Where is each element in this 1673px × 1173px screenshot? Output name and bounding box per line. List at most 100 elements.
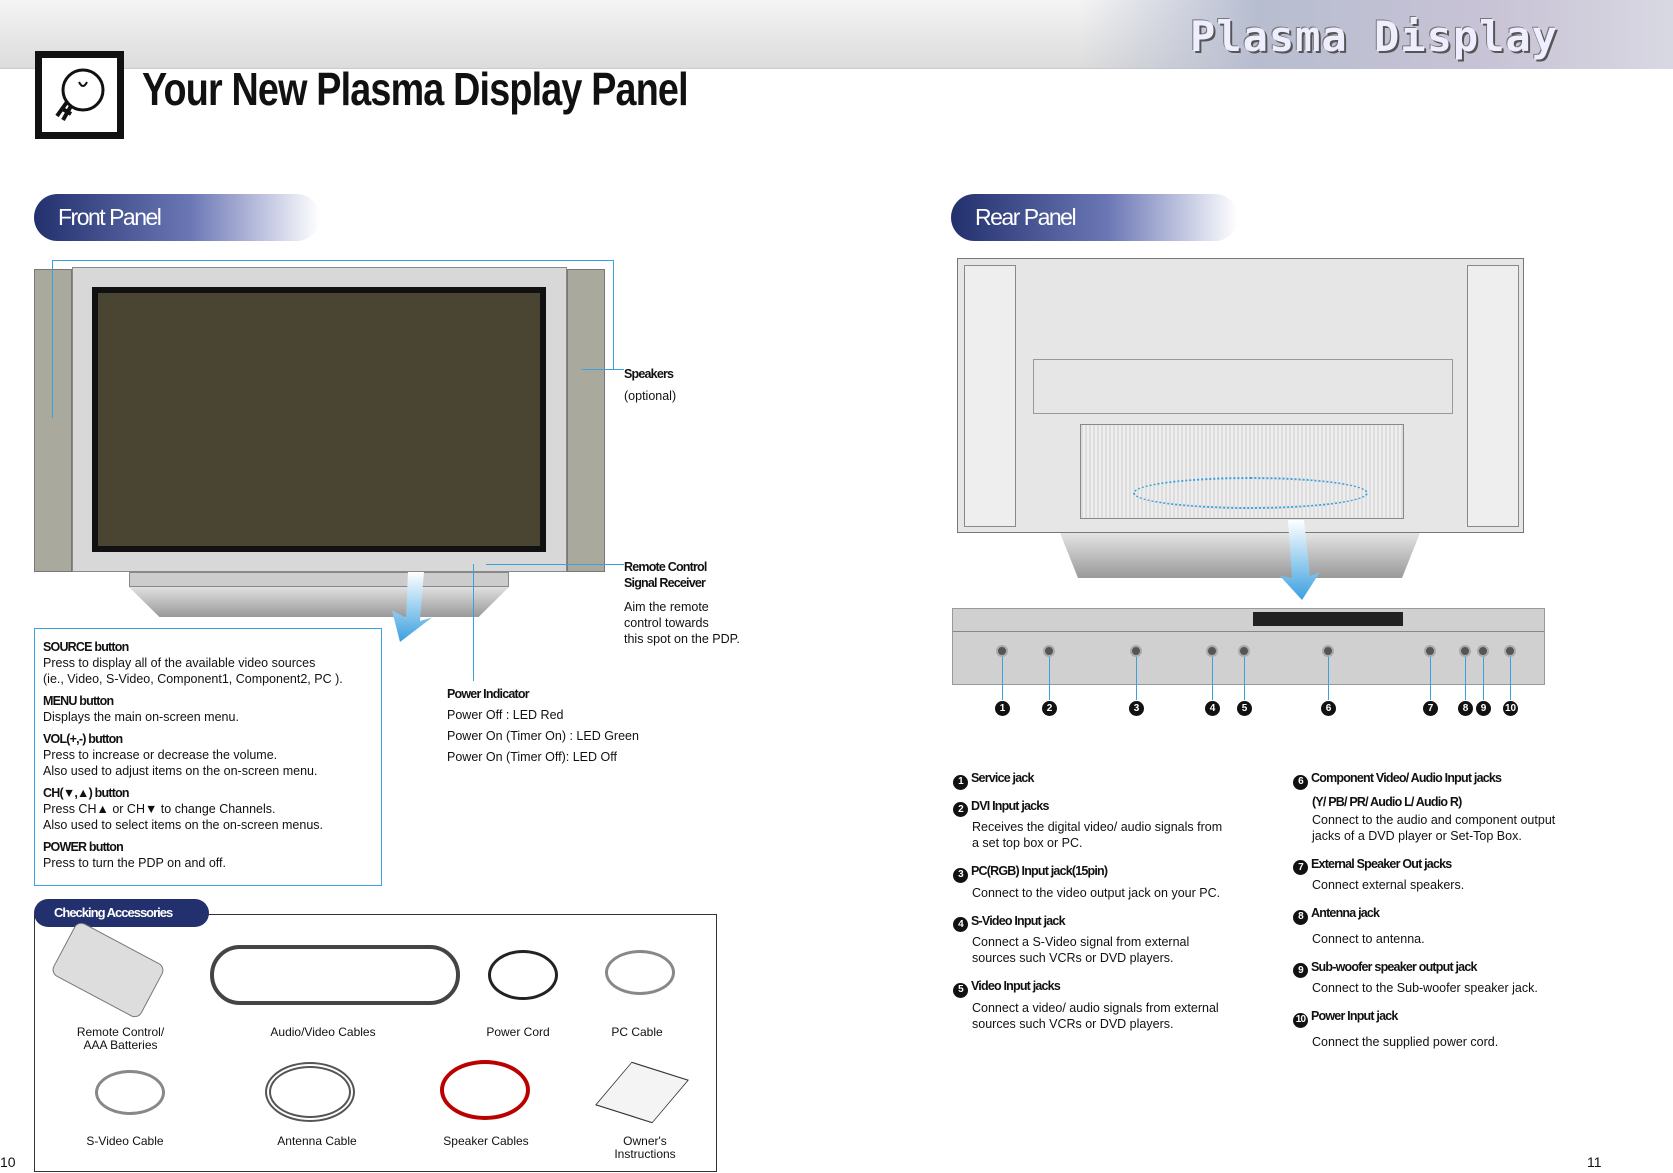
rear-desc-right: 6 Component Video/ Audio Input jacks (Y/ P…	[1293, 770, 1623, 1062]
accessory-label: Owner's Instructions	[595, 1135, 695, 1161]
title: Service jack	[971, 771, 1034, 785]
jack-leader	[1244, 652, 1245, 700]
power-line: Power On (Timer On) : LED Green	[447, 729, 639, 743]
button-desc: CH(▼,▲) button Press CH▲ or CH▼ to change…	[43, 785, 373, 833]
component-label-bar	[1253, 612, 1403, 626]
jack-number-7: 7	[1423, 701, 1438, 716]
desc: Connect external speakers.	[1293, 877, 1623, 893]
number-badge: 10	[1293, 1012, 1308, 1028]
power-indicator: Power Indicator Power Off : LED Red Power …	[447, 684, 639, 768]
desc-title: POWER button	[43, 840, 124, 854]
jack-number-10: 10	[1503, 701, 1518, 716]
desc: Connect to the Sub-woofer speaker jack.	[1293, 980, 1623, 996]
accessory-label: Remote Control/AAA Batteries	[58, 1026, 183, 1052]
rear-desc-left: 1 Service jack 2 DVI Input jacks Receives t…	[953, 770, 1273, 1044]
speakers-label: Speakers	[624, 367, 674, 381]
lightbulb-icon	[35, 51, 124, 139]
title: Antenna jack	[1311, 906, 1380, 920]
desc-line: Press CH▲ or CH▼ to change Channels.	[43, 802, 276, 816]
desc-title: MENU button	[43, 694, 114, 708]
accessory-label: Power Cord	[486, 1025, 550, 1039]
line: jacks of a DVD player or Set-Top Box.	[1312, 828, 1522, 843]
jack-number-8: 8	[1458, 701, 1473, 716]
desc-title: 9 Sub-woofer speaker output jack	[1293, 959, 1623, 978]
button-desc: VOL(+,-) button Press to increase or decr…	[43, 731, 373, 779]
jack-number-3: 3	[1129, 701, 1144, 716]
number-badge: 1	[953, 774, 968, 790]
title: Power Input jack	[1311, 1009, 1398, 1023]
remote-label-2: Signal Receiver	[624, 576, 706, 590]
title: Component Video/ Audio Input jacks	[1311, 771, 1502, 785]
number-badge: 3	[953, 867, 968, 883]
jack-leader	[1510, 652, 1511, 700]
line: Connect the supplied power cord.	[1312, 1034, 1499, 1049]
number-badge: 2	[953, 802, 968, 817]
power-line: Power Off : LED Red	[447, 708, 564, 722]
front-panel-heading: Front Panel	[34, 194, 320, 241]
button-desc: POWER button Press to turn the PDP on and…	[43, 839, 373, 871]
title: S-Video Input jack	[971, 913, 1066, 928]
power-cord-image	[488, 950, 558, 1000]
right-speaker	[567, 269, 605, 572]
title: Sub-woofer speaker output jack	[1311, 959, 1477, 974]
svideo-cable-image	[95, 1070, 165, 1115]
button-desc: MENU button Displays the main on-screen m…	[43, 693, 373, 725]
accessory-label: S-Video Cable	[86, 1134, 164, 1148]
line: sources such VCRs or DVD players.	[972, 1016, 1174, 1031]
desc-line: Press to increase or decrease the volume…	[43, 748, 278, 762]
jack-highlight	[1133, 477, 1368, 509]
jack-leader	[1136, 652, 1137, 700]
jack	[1238, 645, 1250, 657]
remote-desc: this spot on the PDP.	[624, 632, 740, 646]
accessory-label: PC Cable	[611, 1025, 663, 1039]
tv-screen	[98, 293, 540, 546]
desc-title: 10 Power Input jack	[1293, 1008, 1623, 1028]
desc: Connect a video/ audio signals from exte…	[953, 1000, 1273, 1032]
line: Connect to antenna.	[1312, 931, 1425, 946]
speakers-sub: (optional)	[624, 389, 677, 403]
title: Video Input jacks	[971, 979, 1061, 993]
jack-number-5: 5	[1237, 701, 1252, 716]
left-speaker-back	[964, 265, 1016, 527]
number-badge: 9	[1293, 963, 1308, 978]
desc-title: 8 Antenna jack	[1293, 905, 1623, 925]
speaker-cables-image	[440, 1060, 530, 1120]
desc: Connect a S-Video signal from external so…	[953, 934, 1273, 966]
rear-label-area	[1033, 359, 1453, 414]
desc-line: Also used to select items on the on-scre…	[43, 818, 324, 832]
desc-title: CH(▼,▲) button	[43, 786, 130, 800]
line: Connect a S-Video signal from external	[972, 935, 1190, 949]
desc: Connect the supplied power cord.	[1293, 1034, 1623, 1050]
jack-leader	[1328, 652, 1329, 700]
line: sources such VCRs or DVD players.	[972, 951, 1174, 965]
desc: Connect to the video output jack on your…	[953, 885, 1273, 901]
remote-desc: Aim the remote	[624, 600, 709, 614]
pc-cable-image	[605, 950, 675, 995]
jack	[1477, 645, 1489, 657]
remote-label: Remote Control	[624, 560, 707, 574]
desc-title: 5 Video Input jacks	[953, 978, 1273, 998]
button-desc: SOURCE button Press to display all of the…	[43, 639, 373, 687]
desc-title: SOURCE button	[43, 640, 129, 654]
desc: Connect to antenna.	[1293, 931, 1623, 947]
title: DVI Input jacks	[971, 798, 1049, 813]
desc-line: Press to display all of the available vi…	[43, 656, 316, 670]
desc-title: VOL(+,-) button	[43, 732, 123, 746]
desc: Connect to the audio and component outpu…	[1293, 812, 1623, 844]
jack	[1504, 645, 1516, 657]
jack	[1130, 645, 1142, 657]
desc-title: 3 PC(RGB) Input jack(15pin)	[953, 863, 1273, 883]
jack-number-6: 6	[1321, 701, 1336, 716]
jack-number-4: 4	[1205, 701, 1220, 716]
jack	[1424, 645, 1436, 657]
antenna-cable-image	[265, 1062, 355, 1122]
jack-number-1: 1	[995, 701, 1010, 716]
line: Connect to the Sub-woofer speaker jack.	[1312, 981, 1538, 995]
jack-leader	[1430, 652, 1431, 700]
line: Receives the digital video/ audio signal…	[972, 820, 1223, 834]
title: External Speaker Out jacks	[1311, 856, 1452, 871]
jack-leader	[1049, 652, 1050, 700]
desc-line: Press to turn the PDP on and off.	[43, 856, 226, 870]
desc-title: 2 DVI Input jacks	[953, 798, 1273, 817]
desc-line: Displays the main on-screen menu.	[43, 710, 239, 724]
